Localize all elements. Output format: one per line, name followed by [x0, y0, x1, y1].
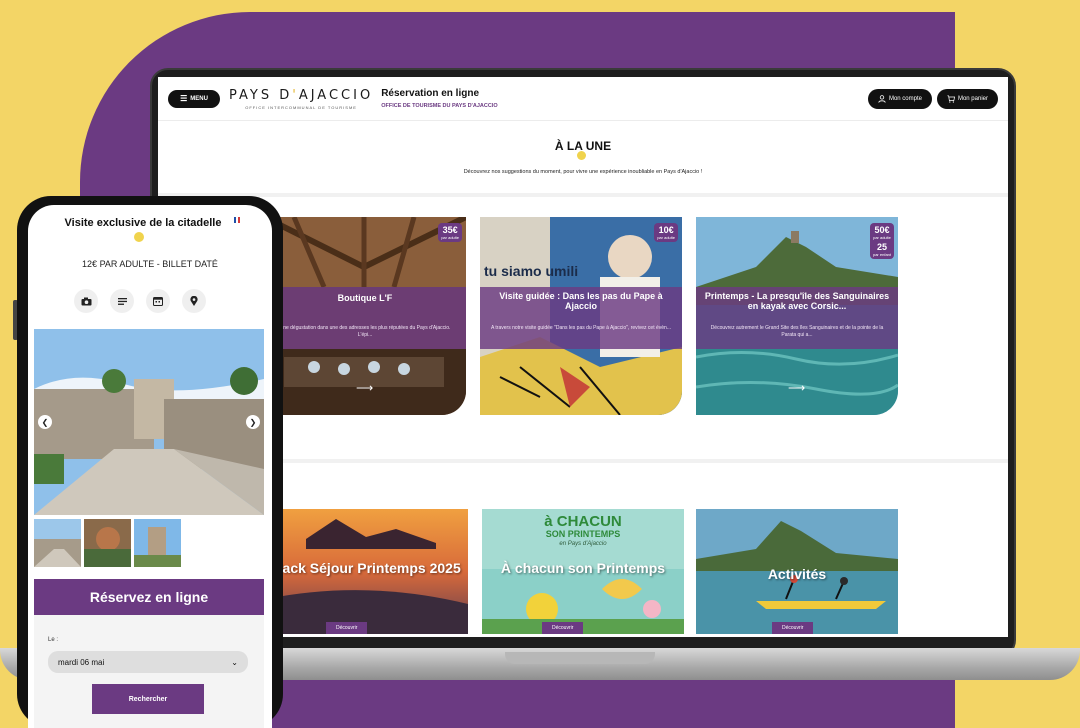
poster-subheading: SON PRINTEMPS — [545, 529, 621, 539]
mural-text: tu siamo umili — [484, 263, 579, 279]
accent-dot — [577, 151, 586, 160]
date-select[interactable]: mardi 06 mai ⌄ — [48, 651, 248, 673]
section-divider — [158, 193, 1008, 197]
logo-subtitle: OFFICE INTERCOMMUNAL DE TOURISME — [245, 104, 357, 110]
discover-button[interactable]: Découvrir — [772, 622, 814, 634]
price-unit: par adulte — [873, 235, 891, 240]
site-logo[interactable]: PAYS D'AJACCIO OFFICE INTERCOMMUNAL DE T… — [229, 88, 373, 110]
promo-title: Pack Séjour Printemps 2025 — [273, 560, 461, 576]
poster-tagline: en Pays d'Ajaccio — [559, 541, 607, 547]
product-price: 12€ PAR ADULTE - BILLET DATÉ — [82, 259, 218, 269]
price-badge: 10€ par adulte — [654, 223, 678, 242]
camera-icon[interactable] — [74, 289, 98, 313]
booking-subtitle: OFFICE DE TOURISME DU PAYS D'AJACCIO — [381, 103, 498, 109]
booking-heading: Réservation en ligne OFFICE DE TOURISME … — [381, 88, 497, 109]
menu-button[interactable]: ☰ MENU — [168, 89, 220, 108]
account-button[interactable]: Mon compte — [867, 88, 932, 109]
search-button[interactable]: Rechercher — [92, 684, 204, 714]
cart-icon — [947, 94, 955, 103]
thumbnail-1[interactable] — [34, 519, 81, 567]
site-header: ☰ MENU PAYS D'AJACCIO OFFICE INTERCOMMUN… — [158, 77, 1008, 121]
laptop-screen: ☰ MENU PAYS D'AJACCIO OFFICE INTERCOMMUN… — [158, 77, 1008, 637]
thumbnail-3[interactable] — [134, 519, 181, 567]
photo-thumbnails — [34, 519, 181, 567]
menu-icon: ☰ — [180, 94, 188, 103]
logo-accent: ' — [292, 87, 299, 103]
booking-title: Réservation en ligne — [381, 88, 480, 99]
price-value: 35€ — [442, 225, 458, 235]
card-description: A travers notre visite guidée "Dans les … — [490, 325, 672, 331]
info-icon-row — [74, 289, 206, 313]
price-badge: 50€ par adulte 25 par enfant — [869, 223, 894, 259]
calendar-icon[interactable] — [146, 289, 170, 313]
price-badge: 35€ par adulte — [438, 223, 462, 242]
promo-card-pack[interactable]: Pack Séjour Printemps 2025 Découvrir — [266, 509, 468, 634]
offer-card-pape[interactable]: tu siamo umili Visite guidée : Dans les … — [480, 217, 682, 415]
card-title: Visite guidée : Dans les pas du Pape à A… — [499, 291, 663, 311]
thumbnail-2[interactable] — [84, 519, 131, 567]
promo-card-printemps[interactable]: à CHACUN SON PRINTEMPS en Pays d'Ajaccio… — [482, 509, 684, 634]
price-value: 50€ — [874, 225, 890, 235]
product-title: Visite exclusive de la citadelle — [64, 217, 222, 229]
discover-button[interactable]: Découvrir — [326, 622, 368, 634]
promo-title: À chacun son Printemps — [500, 560, 666, 576]
account-label: Mon compte — [888, 95, 922, 102]
card-title: Boutique L'F — [337, 293, 393, 303]
arrow-right-icon[interactable]: ⟶ — [788, 381, 805, 395]
chevron-down-icon: ⌄ — [231, 657, 238, 667]
child-price-value: 25 — [876, 242, 887, 252]
promo-title: Activités — [767, 566, 827, 582]
offer-card-boutique[interactable]: Boutique L'F Une dégustation dans une de… — [264, 217, 466, 415]
logo-text-end: AJACCIO — [298, 87, 374, 103]
price-unit: par adulte — [441, 235, 459, 240]
price-value: 10€ — [658, 225, 674, 235]
user-icon — [878, 94, 886, 103]
promo-card-activites[interactable]: Activités Découvrir — [696, 509, 898, 634]
offer-card-kayak[interactable]: Printemps - La presqu'île des Sanguinair… — [696, 217, 898, 415]
card-title: Printemps - La presqu'île des Sanguinair… — [704, 291, 890, 311]
child-price-unit: par enfant — [872, 252, 891, 257]
date-value: mardi 06 mai — [58, 657, 105, 667]
poster-heading: à CHACUN — [544, 513, 622, 530]
flag-fr-icon[interactable] — [234, 217, 240, 225]
card-description: Découvrez autrement le Grand Site des îl… — [710, 325, 884, 338]
card-description: Une dégustation dans une des adresses le… — [279, 325, 451, 338]
phone-screen: Visite exclusive de la citadelle 12€ PAR… — [28, 205, 272, 728]
booking-heading: Réservez en ligne — [34, 579, 264, 615]
logo-text-start: PAYS D — [229, 87, 293, 103]
section-subtitle: Découvrez nos suggestions du moment, pou… — [463, 169, 703, 175]
description-icon[interactable] — [110, 289, 134, 313]
citadel-photo — [34, 329, 264, 515]
discover-button[interactable]: Découvrir — [542, 622, 584, 634]
arrow-right-icon[interactable]: ⟶ — [356, 381, 373, 395]
laptop-notch — [505, 652, 655, 664]
price-unit: par adulte — [657, 235, 675, 240]
cart-button[interactable]: Mon panier — [936, 88, 998, 109]
arrow-left-icon[interactable]: ❮ — [38, 415, 52, 429]
cart-label: Mon panier — [957, 95, 988, 102]
menu-label: MENU — [190, 95, 208, 102]
section-divider — [158, 459, 1008, 463]
location-pin-icon[interactable] — [182, 289, 206, 313]
date-label: Le : — [48, 637, 59, 643]
accent-dot — [134, 232, 144, 242]
arrow-right-icon[interactable]: ❯ — [246, 415, 260, 429]
